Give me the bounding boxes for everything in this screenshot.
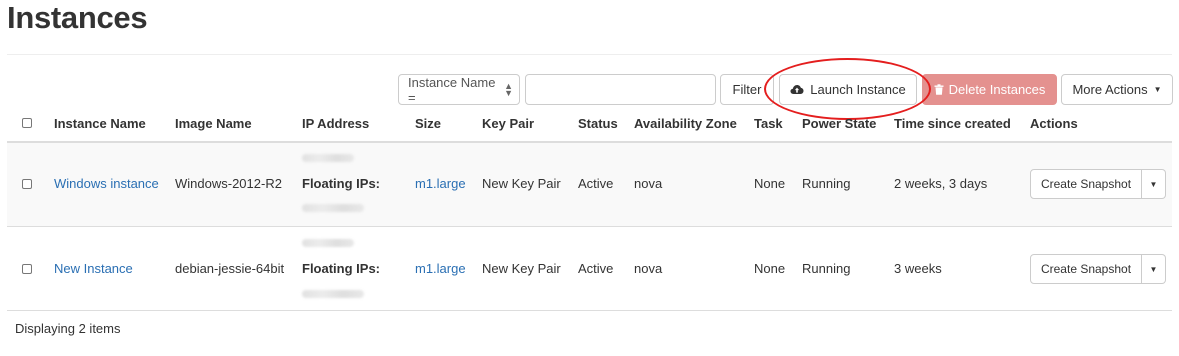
image-name: Windows-2012-R2 bbox=[175, 176, 282, 191]
power-state: Running bbox=[802, 176, 851, 191]
sort-arrows-icon: ▲ ▼ bbox=[504, 80, 513, 98]
redacted-ip bbox=[302, 154, 354, 162]
column-header-ip-address[interactable]: IP Address bbox=[302, 116, 369, 131]
row-actions-dropdown[interactable]: ▼ bbox=[1142, 254, 1166, 284]
caret-down-icon: ▼ bbox=[1153, 85, 1162, 94]
floating-ips-label: Floating IPs: bbox=[302, 176, 380, 191]
redacted-ip bbox=[302, 239, 354, 247]
key-pair: New Key Pair bbox=[482, 261, 561, 276]
time-since-created: 2 weeks, 3 days bbox=[894, 176, 988, 191]
more-actions-label: More Actions bbox=[1072, 82, 1148, 97]
instance-name-link[interactable]: New Instance bbox=[54, 261, 133, 276]
cloud-upload-icon bbox=[790, 85, 804, 94]
column-header-size[interactable]: Size bbox=[415, 116, 441, 131]
row-actions-dropdown[interactable]: ▼ bbox=[1142, 169, 1166, 199]
row-checkbox[interactable] bbox=[22, 179, 32, 189]
create-snapshot-button[interactable]: Create Snapshot bbox=[1030, 254, 1142, 284]
task: None bbox=[754, 261, 786, 276]
time-since-created: 3 weeks bbox=[894, 261, 942, 276]
redacted-floating-ip bbox=[302, 290, 364, 298]
column-header-image-name[interactable]: Image Name bbox=[175, 116, 252, 131]
filter-button[interactable]: Filter bbox=[720, 74, 774, 105]
power-state: Running bbox=[802, 261, 851, 276]
row-checkbox[interactable] bbox=[22, 264, 32, 274]
launch-instance-button[interactable]: Launch Instance bbox=[779, 74, 917, 105]
more-actions-button[interactable]: More Actions ▼ bbox=[1061, 74, 1173, 105]
task: None bbox=[754, 176, 786, 191]
column-header-power-state[interactable]: Power State bbox=[802, 116, 876, 131]
size-link[interactable]: m1.large bbox=[415, 261, 466, 276]
select-all-checkbox[interactable] bbox=[22, 118, 32, 128]
instance-name-link[interactable]: Windows instance bbox=[54, 176, 159, 191]
launch-instance-label: Launch Instance bbox=[810, 82, 906, 97]
filter-field-label: Instance Name = bbox=[408, 74, 496, 105]
floating-ips-label: Floating IPs: bbox=[302, 261, 380, 276]
column-header-status[interactable]: Status bbox=[578, 116, 618, 131]
item-count: Displaying 2 items bbox=[15, 321, 121, 336]
page-title: Instances bbox=[7, 0, 148, 35]
column-header-availability-zone[interactable]: Availability Zone bbox=[634, 116, 737, 131]
column-header-actions: Actions bbox=[1030, 116, 1078, 131]
row-divider bbox=[7, 310, 1172, 311]
redacted-floating-ip bbox=[302, 204, 364, 212]
status: Active bbox=[578, 261, 614, 276]
filter-field-select[interactable]: Instance Name = ▲ ▼ bbox=[398, 74, 520, 105]
status: Active bbox=[578, 176, 614, 191]
key-pair: New Key Pair bbox=[482, 176, 561, 191]
trash-icon bbox=[934, 84, 944, 95]
caret-down-icon: ▼ bbox=[1149, 179, 1158, 189]
delete-instances-button[interactable]: Delete Instances bbox=[922, 74, 1057, 105]
filter-search-input[interactable] bbox=[525, 74, 716, 105]
availability-zone: nova bbox=[634, 176, 663, 191]
column-header-instance-name[interactable]: Instance Name bbox=[54, 116, 146, 131]
column-header-task[interactable]: Task bbox=[754, 116, 783, 131]
image-name: debian-jessie-64bit bbox=[175, 261, 285, 276]
create-snapshot-button[interactable]: Create Snapshot bbox=[1030, 169, 1142, 199]
column-header-time-since-created[interactable]: Time since created bbox=[894, 116, 1011, 131]
column-header-key-pair[interactable]: Key Pair bbox=[482, 116, 534, 131]
caret-down-icon: ▼ bbox=[1149, 264, 1158, 274]
size-link[interactable]: m1.large bbox=[415, 176, 466, 191]
delete-instances-label: Delete Instances bbox=[948, 82, 1046, 97]
title-divider bbox=[7, 54, 1172, 55]
availability-zone: nova bbox=[634, 261, 663, 276]
